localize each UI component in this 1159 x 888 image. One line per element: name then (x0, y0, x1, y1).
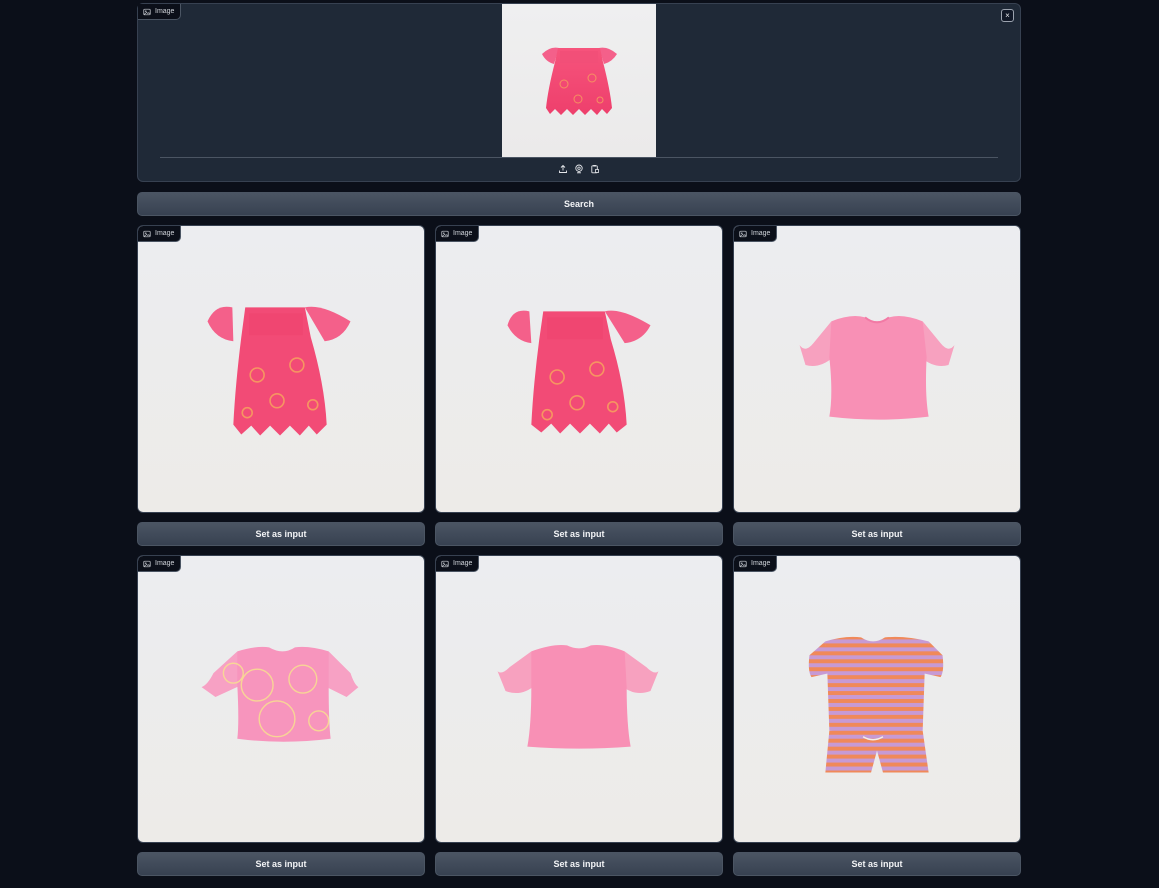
webcam-icon[interactable] (574, 164, 584, 174)
image-label-chip: Image (138, 556, 182, 572)
image-label: Image (751, 230, 771, 237)
set-as-input-button[interactable]: Set as input (733, 522, 1021, 546)
set-as-input-button[interactable]: Set as input (733, 852, 1021, 876)
result-image[interactable]: Image (435, 555, 723, 843)
image-icon (143, 560, 151, 567)
image-label-chip: Image (436, 226, 480, 242)
image-label-chip: Image (734, 226, 778, 242)
input-source-toolbar (138, 164, 1020, 174)
patterned-tshirt-illustration (201, 646, 359, 742)
result-image[interactable]: Image (733, 225, 1021, 513)
image-icon (143, 230, 151, 237)
result-item: Image Set as input (137, 555, 425, 876)
app-container: Image × Search (137, 3, 1021, 216)
image-label: Image (155, 8, 175, 15)
result-item: Image Set as input (435, 555, 723, 876)
tshirt-illustration (799, 316, 955, 420)
set-as-input-button[interactable]: Set as input (137, 852, 425, 876)
image-label-chip: Image (734, 556, 778, 572)
blouse-illustration (207, 306, 351, 436)
search-button[interactable]: Search (137, 192, 1021, 216)
upload-icon[interactable] (558, 164, 568, 174)
image-label: Image (751, 560, 771, 567)
image-label: Image (453, 560, 473, 567)
image-icon (441, 560, 449, 567)
result-item: Image Set as input (435, 225, 723, 546)
result-image[interactable]: Image (733, 555, 1021, 843)
blouse-illustration (542, 47, 617, 115)
set-as-input-button[interactable]: Set as input (435, 852, 723, 876)
result-item: Image Set as input (137, 225, 425, 546)
result-item: Image Set as input (733, 225, 1021, 546)
image-icon (739, 560, 747, 567)
input-image-preview (502, 4, 656, 157)
image-icon (441, 230, 449, 237)
result-image[interactable]: Image (137, 225, 425, 513)
result-image[interactable]: Image (435, 225, 723, 513)
input-divider (160, 157, 998, 158)
image-label-chip: Image (138, 226, 182, 242)
image-label: Image (453, 230, 473, 237)
blouse-illustration (507, 310, 651, 434)
image-label: Image (155, 560, 175, 567)
result-image[interactable]: Image (137, 555, 425, 843)
image-label: Image (155, 230, 175, 237)
image-label-chip: Image (138, 4, 182, 20)
image-icon (143, 8, 151, 15)
set-as-input-button[interactable]: Set as input (435, 522, 723, 546)
image-label-chip: Image (436, 556, 480, 572)
clipboard-icon[interactable] (590, 164, 600, 174)
close-icon[interactable]: × (1001, 9, 1014, 22)
striped-set-illustration (808, 636, 944, 773)
result-item: Image Set as input (733, 555, 1021, 876)
set-as-input-button[interactable]: Set as input (137, 522, 425, 546)
tshirt-back-illustration (497, 644, 659, 749)
image-icon (739, 230, 747, 237)
results-gallery: Image Set as input Image Set as input Im… (137, 225, 1021, 876)
input-image-panel[interactable]: Image × (137, 3, 1021, 182)
